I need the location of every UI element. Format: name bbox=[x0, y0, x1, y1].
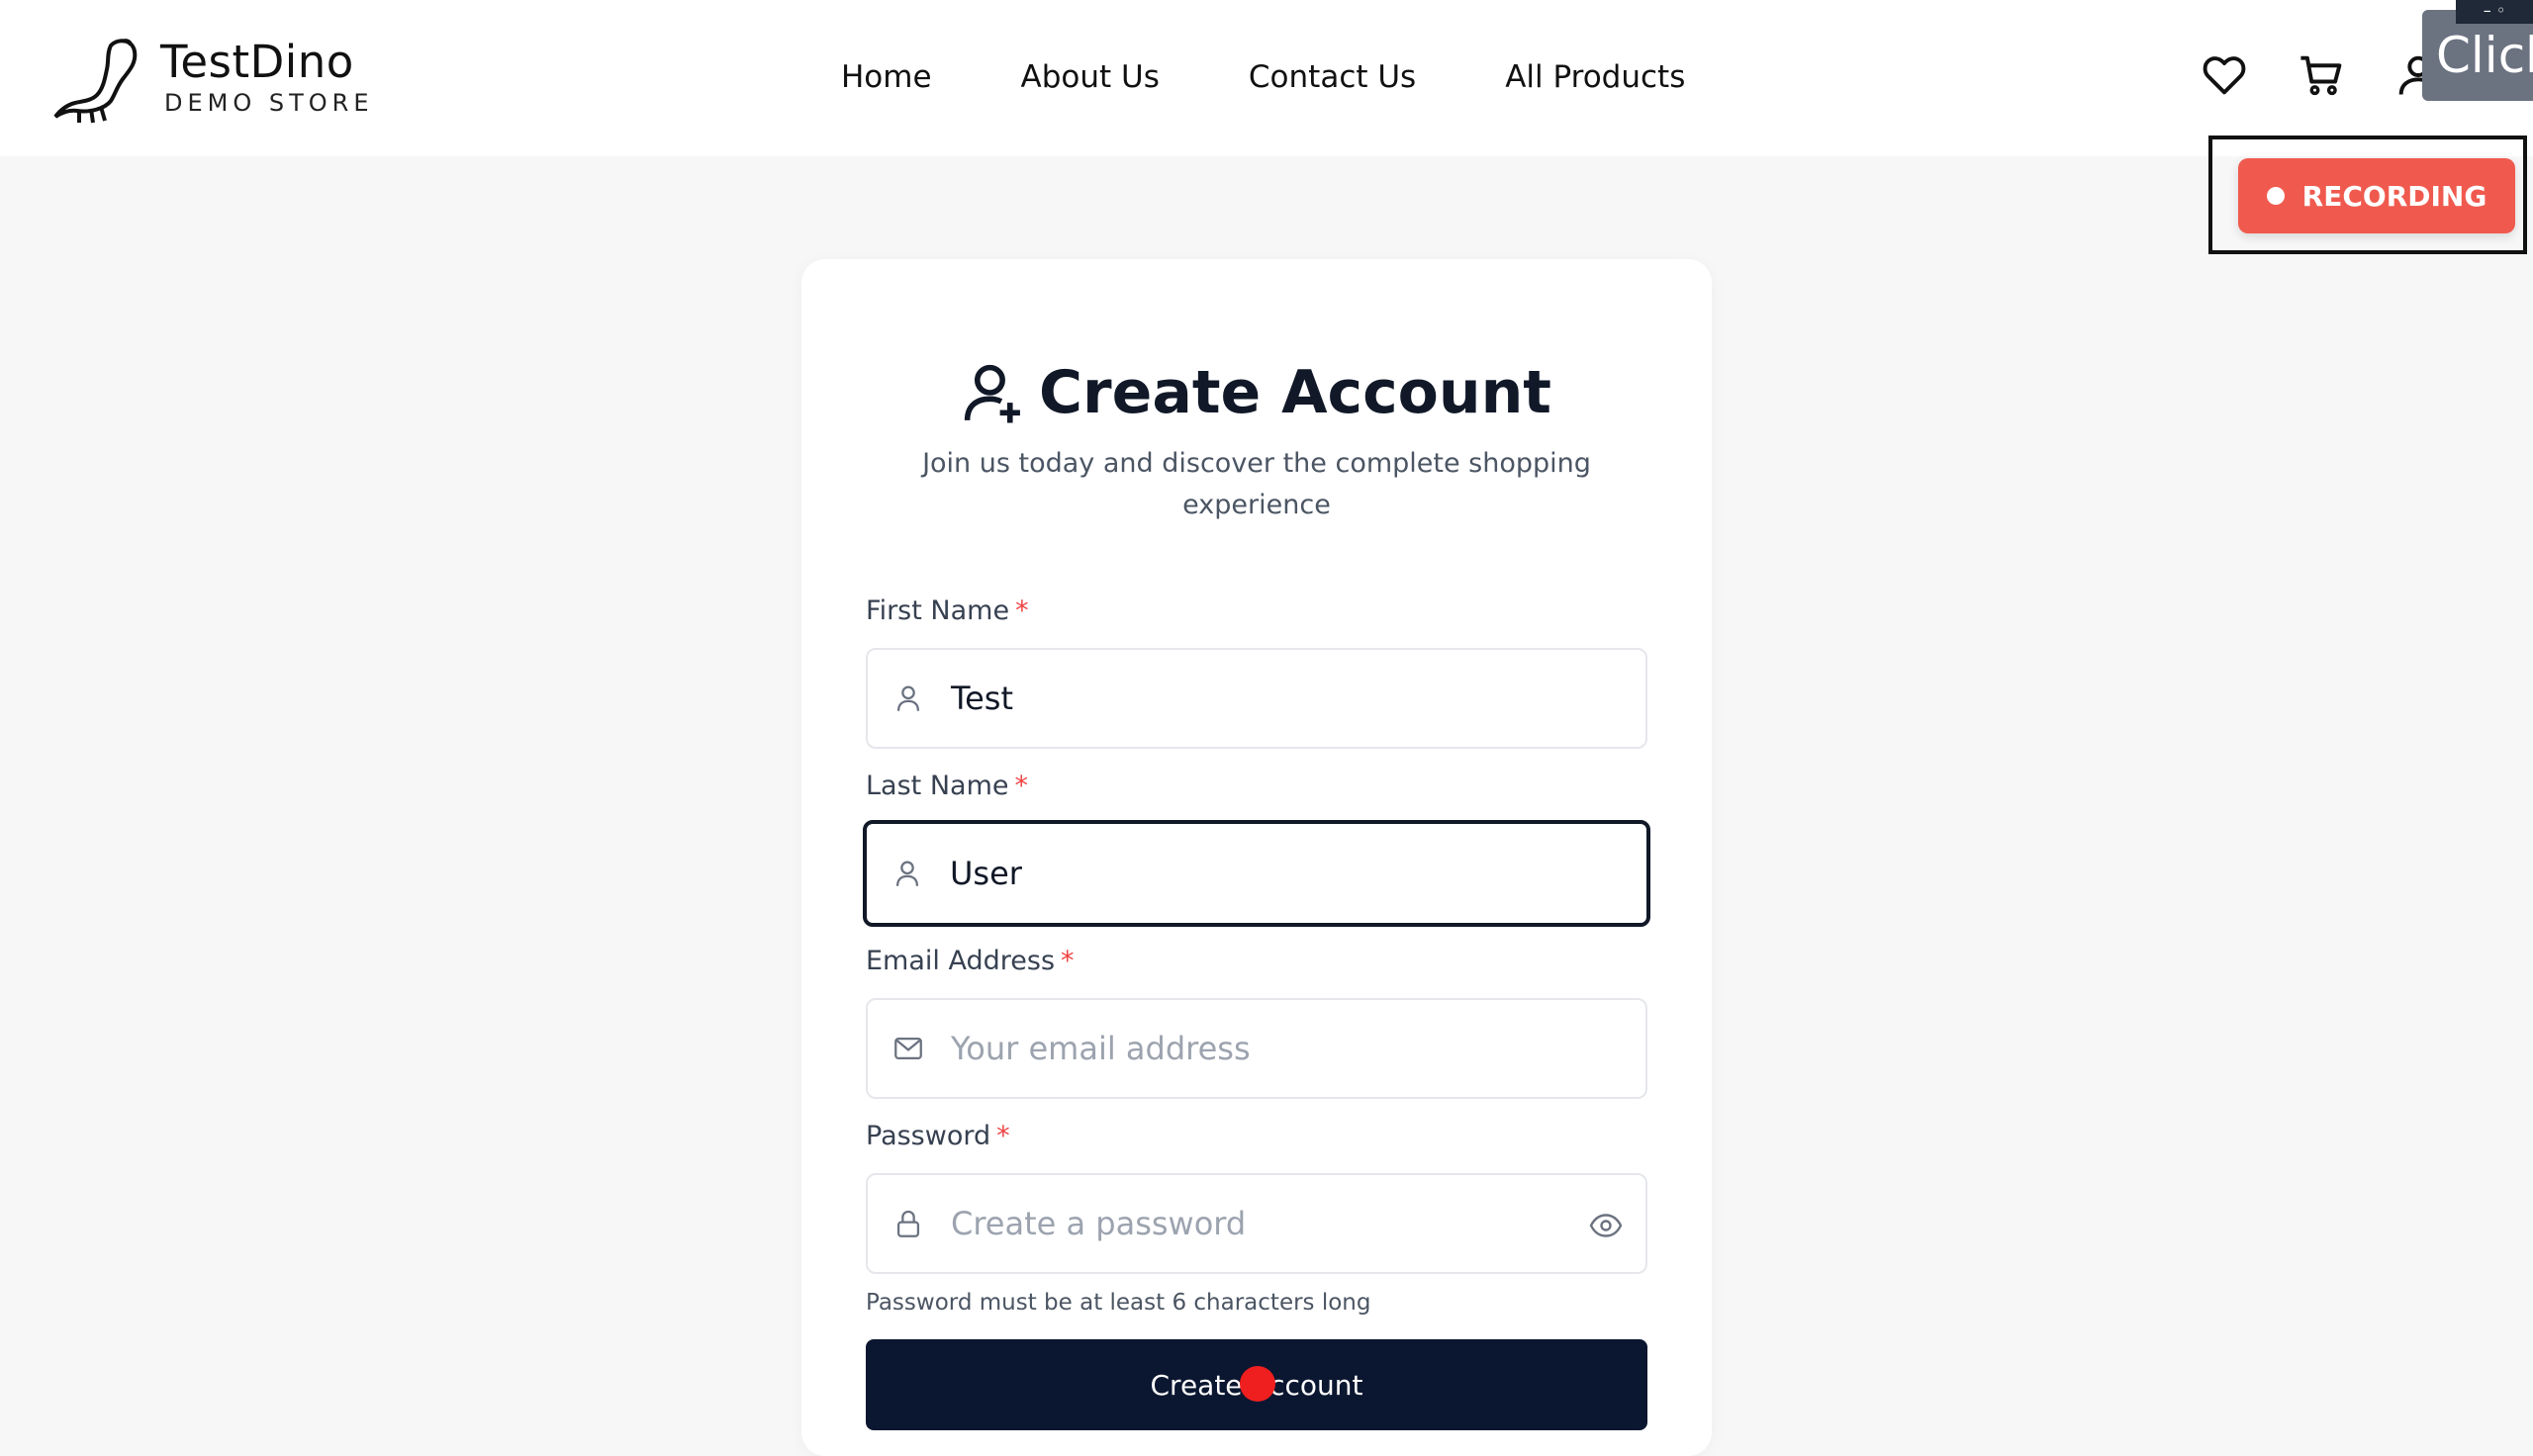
logo-title: TestDino bbox=[160, 36, 354, 88]
email-label: Email Address * bbox=[866, 946, 1075, 976]
password-hint: Password must be at least 6 characters l… bbox=[866, 1290, 1371, 1316]
click-marker bbox=[1240, 1366, 1275, 1402]
user-icon bbox=[896, 685, 920, 711]
nav-about-us[interactable]: About Us bbox=[1021, 51, 1160, 103]
nav-contact-us[interactable]: Contact Us bbox=[1249, 51, 1416, 103]
password-placeholder: Create a password bbox=[951, 1205, 1247, 1242]
nav-home[interactable]: Home bbox=[841, 51, 932, 103]
mail-icon bbox=[894, 1037, 922, 1060]
page-title: Create Account bbox=[1039, 358, 1551, 427]
last-name-label: Last Name * bbox=[866, 771, 1028, 801]
window-controls[interactable]: – ◦ bbox=[2456, 0, 2533, 24]
recording-button[interactable]: RECORDING bbox=[2238, 158, 2515, 233]
password-label: Password * bbox=[866, 1121, 1010, 1151]
form-header: Create Account bbox=[801, 358, 1712, 427]
page-subtitle: Join us today and discover the complete … bbox=[922, 448, 1591, 520]
required-mark: * bbox=[996, 1121, 1010, 1151]
first-name-value: Test bbox=[951, 680, 1014, 717]
main-nav: Home About Us Contact Us All Products bbox=[841, 51, 1685, 103]
site-header: TestDino DEMO STORE Home About Us Contac… bbox=[0, 0, 2533, 156]
user-icon bbox=[895, 861, 919, 886]
user-plus-icon bbox=[964, 364, 1020, 423]
last-name-field[interactable]: User bbox=[863, 820, 1650, 927]
first-name-field[interactable]: Test bbox=[866, 648, 1647, 749]
cart-icon[interactable] bbox=[2296, 49, 2347, 101]
recording-dot-icon bbox=[2266, 187, 2285, 205]
store-logo[interactable]: TestDino DEMO STORE bbox=[49, 30, 374, 125]
required-mark: * bbox=[1061, 946, 1075, 976]
lock-icon bbox=[896, 1210, 920, 1237]
required-mark: * bbox=[1015, 595, 1029, 626]
last-name-value: User bbox=[950, 855, 1022, 892]
first-name-label: First Name * bbox=[866, 595, 1029, 626]
nav-all-products[interactable]: All Products bbox=[1505, 51, 1685, 103]
email-placeholder: Your email address bbox=[951, 1030, 1251, 1067]
create-account-card: Create Account Join us today and discove… bbox=[801, 259, 1712, 1456]
logo-subtitle: DEMO STORE bbox=[164, 89, 374, 117]
heart-icon[interactable] bbox=[2199, 49, 2250, 101]
password-field[interactable]: Create a password bbox=[866, 1173, 1647, 1274]
recording-label: RECORDING bbox=[2301, 179, 2487, 213]
eye-icon[interactable] bbox=[1588, 1208, 1624, 1243]
email-field[interactable]: Your email address bbox=[866, 998, 1647, 1099]
required-mark: * bbox=[1014, 771, 1028, 801]
dino-logo-icon bbox=[53, 39, 138, 124]
